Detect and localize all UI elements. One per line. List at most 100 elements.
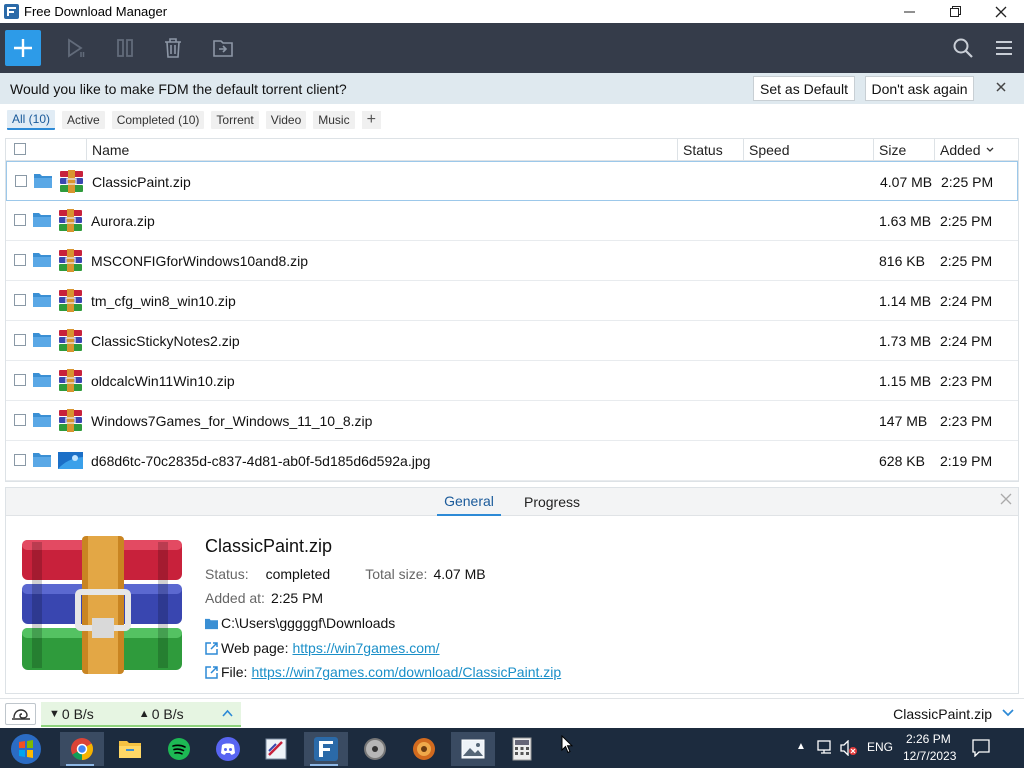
open-folder-icon[interactable] xyxy=(33,412,51,427)
download-path[interactable]: C:\Users\gggggf\Downloads xyxy=(221,615,395,631)
details-webpage-line: Web page: https://win7games.com/ xyxy=(205,640,440,656)
details-status-line: Status: completed Total size: 4.07 MB xyxy=(205,566,486,582)
pause-icon[interactable] xyxy=(114,36,138,60)
main-toolbar xyxy=(0,23,1024,73)
details-path-line[interactable]: C:\Users\gggggf\Downloads xyxy=(205,615,395,631)
row-checkbox[interactable] xyxy=(14,454,26,466)
row-added: 2:23 PM xyxy=(940,373,993,389)
table-row[interactable]: ClassicPaint.zip 4.07 MB 2:25 PM xyxy=(6,161,1018,201)
tab-progress[interactable]: Progress xyxy=(518,488,586,516)
notifications-icon[interactable] xyxy=(972,739,990,757)
row-filename: ClassicPaint.zip xyxy=(92,174,191,190)
minimize-button[interactable] xyxy=(886,0,932,23)
select-all-checkbox[interactable] xyxy=(14,143,26,155)
tab-music[interactable]: Music xyxy=(313,111,355,129)
row-added: 2:24 PM xyxy=(940,293,993,309)
resume-icon[interactable] xyxy=(64,36,88,60)
add-tab-button[interactable]: + xyxy=(361,111,381,129)
delete-icon[interactable] xyxy=(161,36,185,60)
tray-overflow-icon[interactable]: ▲ xyxy=(796,741,806,752)
dont-ask-again-button[interactable]: Don't ask again xyxy=(865,76,974,101)
table-row[interactable]: Windows7Games_for_Windows_11_10_8.zip 147… xyxy=(6,401,1018,441)
chevron-up-icon[interactable] xyxy=(222,709,233,717)
add-download-button[interactable] xyxy=(5,30,41,66)
chrome-taskbar-icon[interactable] xyxy=(60,732,104,766)
row-checkbox[interactable] xyxy=(14,414,26,426)
row-checkbox[interactable] xyxy=(14,254,26,266)
tab-video[interactable]: Video xyxy=(265,111,307,129)
speed-indicator[interactable]: ▼ 0 B/s ▲ 0 B/s xyxy=(41,702,241,727)
table-row[interactable]: oldcalcWin11Win10.zip 1.15 MB 2:23 PM xyxy=(6,361,1018,401)
menu-icon[interactable] xyxy=(992,36,1016,60)
table-row[interactable]: ClassicStickyNotes2.zip 1.73 MB 2:24 PM xyxy=(6,321,1018,361)
close-details-icon[interactable] xyxy=(1000,492,1012,510)
column-speed[interactable]: Speed xyxy=(743,139,874,161)
set-as-default-button[interactable]: Set as Default xyxy=(753,76,855,101)
row-checkbox[interactable] xyxy=(14,214,26,226)
spotify-taskbar-icon[interactable] xyxy=(159,732,199,766)
column-size[interactable]: Size xyxy=(873,139,935,161)
open-folder-icon[interactable] xyxy=(33,452,51,467)
row-filename: d68d6tc-70c2835d-c837-4d81-ab0f-5d185d6d… xyxy=(91,453,431,469)
column-name[interactable]: Name xyxy=(86,139,678,161)
open-folder-icon[interactable] xyxy=(33,292,51,307)
language-indicator[interactable]: ENG xyxy=(867,740,893,754)
clock-date[interactable]: 12/7/2023 xyxy=(903,749,956,763)
fdm-taskbar-icon[interactable] xyxy=(304,732,348,766)
row-added: 2:25 PM xyxy=(940,213,993,229)
row-checkbox[interactable] xyxy=(15,175,27,187)
archive-file-icon xyxy=(58,328,83,353)
details-panel: General Progress ClassicPaint.zip Status… xyxy=(5,487,1019,694)
open-folder-icon[interactable] xyxy=(33,212,51,227)
restore-button[interactable] xyxy=(932,0,978,23)
column-added[interactable]: Added xyxy=(934,139,1018,161)
webpage-link[interactable]: https://win7games.com/ xyxy=(292,640,439,656)
close-notification-icon[interactable] xyxy=(996,79,1006,97)
open-folder-icon[interactable] xyxy=(33,252,51,267)
photos-taskbar-icon[interactable] xyxy=(451,732,495,766)
discord-taskbar-icon[interactable] xyxy=(208,732,248,766)
paint-taskbar-icon[interactable] xyxy=(256,732,296,766)
media-app-taskbar-icon[interactable] xyxy=(404,732,444,766)
file-link[interactable]: https://win7games.com/download/ClassicPa… xyxy=(251,664,561,680)
row-size: 628 KB xyxy=(879,453,925,469)
tab-torrent[interactable]: Torrent xyxy=(211,111,259,129)
tab-active[interactable]: Active xyxy=(62,111,105,129)
upload-speed: 0 B/s xyxy=(151,705,184,722)
default-client-notification: Would you like to make FDM the default t… xyxy=(0,73,1024,104)
move-to-folder-icon[interactable] xyxy=(211,36,235,60)
close-window-button[interactable] xyxy=(978,0,1024,23)
start-button[interactable] xyxy=(4,732,48,766)
table-row[interactable]: Aurora.zip 1.63 MB 2:25 PM xyxy=(6,201,1018,241)
row-size: 1.73 MB xyxy=(879,333,932,349)
row-checkbox[interactable] xyxy=(14,374,26,386)
status-bar: ▼ 0 B/s ▲ 0 B/s ClassicPaint.zip xyxy=(0,698,1024,728)
archive-file-icon xyxy=(58,248,83,273)
calculator-taskbar-icon[interactable] xyxy=(502,732,542,766)
file-explorer-taskbar-icon[interactable] xyxy=(110,732,150,766)
tab-general[interactable]: General xyxy=(437,488,501,516)
notification-text: Would you like to make FDM the default t… xyxy=(10,80,347,97)
speed-limit-snail-button[interactable] xyxy=(5,703,36,725)
open-folder-icon[interactable] xyxy=(34,173,52,188)
table-row[interactable]: tm_cfg_win8_win10.zip 1.14 MB 2:24 PM xyxy=(6,281,1018,321)
status-current-file[interactable]: ClassicPaint.zip xyxy=(893,706,992,722)
column-status[interactable]: Status xyxy=(677,139,743,161)
row-checkbox[interactable] xyxy=(14,334,26,346)
table-row[interactable]: d68d6tc-70c2835d-c837-4d81-ab0f-5d185d6d… xyxy=(6,441,1018,481)
row-added: 2:25 PM xyxy=(940,253,993,269)
file-label: File: xyxy=(221,664,248,680)
total-size-label: Total size: xyxy=(365,566,428,582)
media-player-taskbar-icon[interactable] xyxy=(355,732,395,766)
tab-all[interactable]: All (10) xyxy=(7,110,56,130)
row-checkbox[interactable] xyxy=(14,294,26,306)
tab-completed[interactable]: Completed (10) xyxy=(111,111,205,129)
volume-muted-icon[interactable] xyxy=(840,740,858,756)
clock-time[interactable]: 2:26 PM xyxy=(906,732,951,746)
search-icon[interactable] xyxy=(951,36,975,60)
open-folder-icon[interactable] xyxy=(33,372,51,387)
open-folder-icon[interactable] xyxy=(33,332,51,347)
network-icon[interactable] xyxy=(817,740,835,756)
table-row[interactable]: MSCONFIGforWindows10and8.zip 816 KB 2:25 P… xyxy=(6,241,1018,281)
chevron-down-icon[interactable] xyxy=(1002,704,1014,720)
